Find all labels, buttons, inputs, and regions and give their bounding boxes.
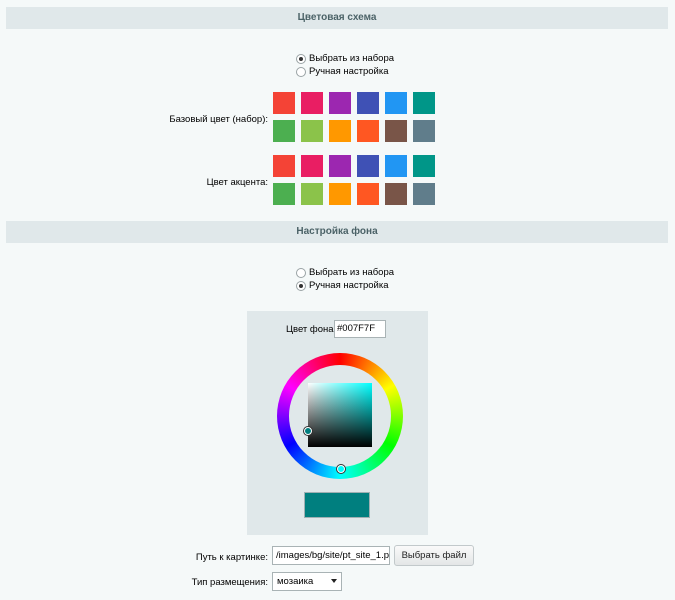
hue-marker-handle[interactable] (337, 465, 345, 473)
color-swatch[interactable] (329, 92, 351, 114)
base-color-label: Базовый цвет (набор): (169, 114, 268, 125)
base-color-swatches (273, 92, 435, 142)
radio-label: Ручная настройка (309, 280, 389, 291)
color-swatch[interactable] (413, 92, 435, 114)
tiling-type-value: мозаика (277, 576, 314, 587)
background-color-input[interactable]: #007F7F (334, 320, 386, 338)
color-swatch[interactable] (301, 155, 323, 177)
color-swatch[interactable] (301, 92, 323, 114)
color-swatch[interactable] (301, 183, 323, 205)
saturation-value-square[interactable] (308, 383, 372, 447)
color-swatch[interactable] (301, 120, 323, 142)
radio-label: Выбрать из набора (309, 53, 395, 64)
choose-file-button[interactable]: Выбрать файл (394, 545, 474, 566)
tiling-type-select[interactable]: мозаика (272, 572, 342, 591)
image-path-input[interactable]: /images/bg/site/pt_site_1.png (272, 546, 390, 565)
color-swatch[interactable] (413, 155, 435, 177)
radio-unchecked-icon[interactable] (296, 66, 306, 77)
color-swatch[interactable] (385, 183, 407, 205)
radio-checked-icon[interactable] (296, 53, 306, 64)
color-swatch[interactable] (357, 120, 379, 142)
color-swatch[interactable] (357, 155, 379, 177)
color-swatch[interactable] (413, 183, 435, 205)
color-swatch[interactable] (329, 183, 351, 205)
radio-label: Ручная настройка (309, 66, 389, 77)
background-settings-header: Настройка фона (6, 221, 668, 243)
tiling-type-label: Тип размещения: (191, 577, 268, 588)
color-swatch[interactable] (329, 155, 351, 177)
color-scheme-mode-group: Выбрать из набора Ручная настройка (296, 52, 394, 78)
color-scheme-mode-manual[interactable]: Ручная настройка (296, 65, 394, 78)
color-swatch[interactable] (385, 155, 407, 177)
chevron-down-icon (331, 579, 337, 583)
color-swatch[interactable] (273, 183, 295, 205)
image-path-label: Путь к картинке: (195, 552, 268, 563)
color-swatch[interactable] (357, 92, 379, 114)
background-mode-preset[interactable]: Выбрать из набора (296, 266, 394, 279)
radio-checked-icon[interactable] (296, 280, 306, 291)
background-color-picker-panel: Цвет фона: #007F7F (247, 311, 428, 535)
color-swatch[interactable] (357, 183, 379, 205)
background-mode-group: Выбрать из набора Ручная настройка (296, 266, 394, 292)
color-swatch[interactable] (385, 120, 407, 142)
radio-label: Выбрать из набора (309, 267, 395, 278)
color-swatch[interactable] (273, 155, 295, 177)
radio-unchecked-icon[interactable] (296, 267, 306, 278)
color-swatch[interactable] (273, 120, 295, 142)
accent-color-swatches (273, 155, 435, 205)
accent-color-label: Цвет акцента: (206, 177, 268, 188)
background-mode-manual[interactable]: Ручная настройка (296, 279, 394, 292)
color-swatch[interactable] (385, 92, 407, 114)
color-swatch[interactable] (413, 120, 435, 142)
background-color-preview (304, 492, 370, 518)
color-swatch[interactable] (273, 92, 295, 114)
saturation-marker-handle[interactable] (304, 427, 312, 435)
color-scheme-mode-preset[interactable]: Выбрать из набора (296, 52, 394, 65)
color-scheme-header: Цветовая схема (6, 7, 668, 29)
color-swatch[interactable] (329, 120, 351, 142)
background-color-label: Цвет фона: (286, 324, 337, 335)
